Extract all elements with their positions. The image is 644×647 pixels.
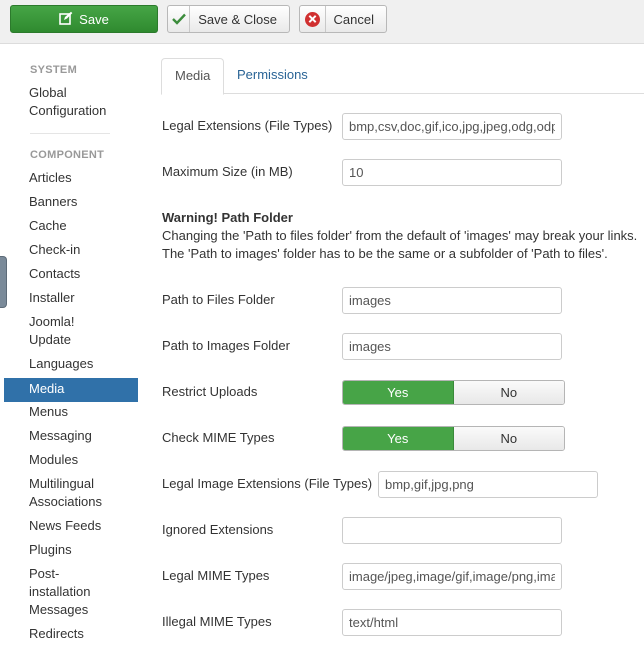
legal-extensions-input[interactable] [342, 113, 562, 140]
sidebar-item-messaging[interactable]: Messaging [4, 427, 138, 445]
cancel-circle-icon [300, 6, 326, 32]
restrict-uploads-yes[interactable]: Yes [343, 381, 454, 404]
ignored-extensions-label: Ignored Extensions [162, 522, 274, 537]
sidebar-item-news-feeds[interactable]: News Feeds [4, 517, 138, 535]
sidebar-item-menus[interactable]: Menus [4, 403, 138, 421]
edit-icon [59, 11, 73, 28]
path-files-input[interactable] [342, 287, 562, 314]
path-images-label: Path to Images Folder [162, 338, 290, 353]
warning-title: Warning! Path Folder [162, 210, 293, 225]
maximum-size-label: Maximum Size (in MB) [162, 164, 293, 179]
warning-line-2: The 'Path to images' folder has to be th… [162, 246, 608, 261]
cancel-button[interactable]: Cancel [299, 5, 387, 33]
legal-image-extensions-input[interactable] [378, 471, 598, 498]
sidebar-item-installer[interactable]: Installer [4, 289, 138, 307]
sidebar-divider [30, 133, 110, 134]
warning-line-1: Changing the 'Path to files folder' from… [162, 228, 638, 243]
legal-mime-types-label: Legal MIME Types [162, 568, 270, 583]
restrict-uploads-label: Restrict Uploads [162, 384, 258, 399]
illegal-mime-types-input[interactable] [342, 609, 562, 636]
sidebar-item-media[interactable]: Media [4, 378, 138, 402]
legal-image-extensions-label: Legal Image Extensions (File Types) [162, 476, 373, 491]
save-close-label: Save & Close [198, 11, 277, 27]
sidebar-item-label: Messages [29, 602, 89, 617]
sidebar-item-check-in[interactable]: Check-in [4, 241, 138, 259]
sidebar-item-label: Global [29, 85, 67, 100]
sidebar-item-joomla-update[interactable]: Joomla! Update [4, 313, 138, 349]
check-mime-no[interactable]: No [453, 427, 564, 450]
sidebar-item-multilingual-associations[interactable]: Multilingual Associations [4, 475, 138, 511]
save-close-button[interactable]: Save & Close [167, 5, 290, 33]
ignored-extensions-input[interactable] [342, 517, 562, 544]
checkmark-icon [168, 6, 191, 32]
sidebar-item-global-configuration[interactable]: Global Configuration [4, 84, 138, 120]
sidebar-item-label: Update [29, 332, 71, 347]
sidebar-item-plugins[interactable]: Plugins [4, 541, 138, 559]
sidebar-item-languages[interactable]: Languages [4, 355, 138, 373]
toolbar: Save Save & Close Cancel [0, 0, 644, 44]
check-mime-yes[interactable]: Yes [343, 427, 454, 450]
sidebar-item-label: installation [29, 584, 91, 599]
maximum-size-input[interactable] [342, 159, 562, 186]
cancel-label: Cancel [333, 11, 374, 27]
sidebar-item-label: Associations [29, 494, 102, 509]
sidebar-system-header: SYSTEM [30, 64, 78, 76]
save-button[interactable]: Save [10, 5, 158, 33]
restrict-uploads-toggle: Yes No [342, 380, 565, 405]
save-label: Save [79, 11, 109, 27]
illegal-mime-types-label: Illegal MIME Types [162, 614, 272, 629]
sidebar-item-label: Multilingual [29, 476, 95, 491]
sidebar-item-label: Post- [29, 566, 60, 581]
sidebar-item-cache[interactable]: Cache [4, 217, 138, 235]
sidebar-item-redirects[interactable]: Redirects [4, 625, 138, 643]
path-files-label: Path to Files Folder [162, 292, 275, 307]
sidebar-component-header: COMPONENT [30, 149, 105, 161]
sidebar-item-modules[interactable]: Modules [4, 451, 138, 469]
check-mime-toggle: Yes No [342, 426, 565, 451]
legal-mime-types-input[interactable] [342, 563, 562, 590]
tab-media[interactable]: Media [161, 58, 225, 95]
tab-permissions[interactable]: Permissions [224, 58, 321, 94]
sidebar-item-post-installation-messages[interactable]: Post- installation Messages [4, 565, 138, 619]
sidebar-item-label: Configuration [29, 103, 107, 118]
path-images-input[interactable] [342, 333, 562, 360]
sidebar-item-banners[interactable]: Banners [4, 193, 138, 211]
sidebar-item-articles[interactable]: Articles [4, 169, 138, 187]
restrict-uploads-no[interactable]: No [453, 381, 564, 404]
legal-extensions-label: Legal Extensions (File Types) [162, 118, 333, 133]
check-mime-label: Check MIME Types [162, 430, 275, 445]
sidebar-item-label: Joomla! [29, 314, 75, 329]
tab-bar: Media Permissions [161, 58, 644, 95]
sidebar-item-contacts[interactable]: Contacts [4, 265, 138, 283]
